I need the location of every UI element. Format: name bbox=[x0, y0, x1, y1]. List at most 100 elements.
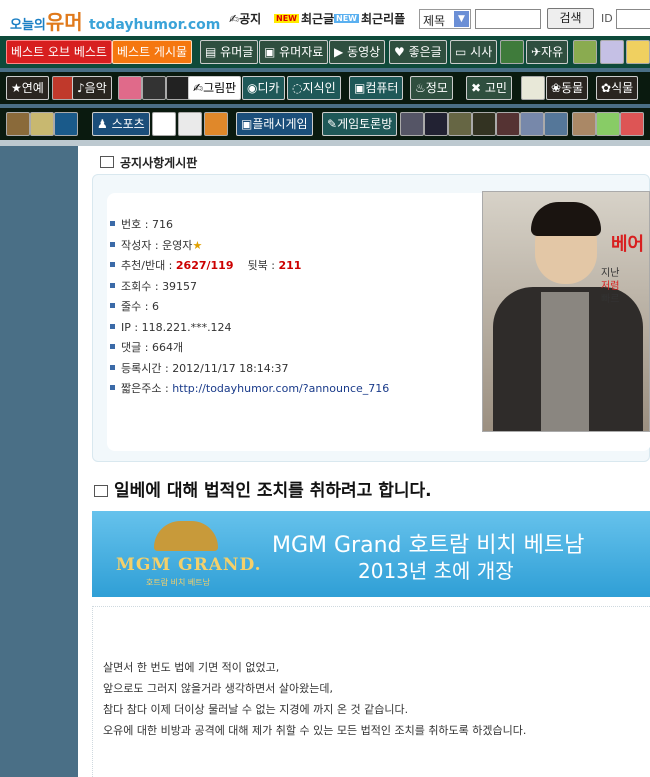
baseball-icon[interactable] bbox=[152, 112, 176, 136]
menu-best-of-best[interactable]: 베스트 오브 베스트 bbox=[6, 40, 112, 64]
nav-recent-replies[interactable]: NEW 최근리플 bbox=[334, 10, 405, 27]
menu-knowledge[interactable]: ◌지식인 bbox=[287, 76, 341, 100]
search-type-select[interactable]: 제목 ▼ bbox=[419, 9, 471, 29]
new-badge: NEW bbox=[274, 14, 299, 23]
meta-author: 작성자 : 운영자★ bbox=[110, 236, 389, 257]
menu-computer[interactable]: ▣컴퓨터 bbox=[349, 76, 404, 100]
menu-meetup[interactable]: ♨정모 bbox=[410, 76, 453, 100]
meta-votes: 추천/반대 : 2627/119 뒷북 : 211 bbox=[110, 256, 389, 277]
game-thumb-4-icon[interactable] bbox=[472, 112, 496, 136]
bird-icon: ✈ bbox=[531, 45, 542, 59]
car-icon[interactable] bbox=[30, 112, 54, 136]
basketball-icon[interactable] bbox=[204, 112, 228, 136]
menu-drawing[interactable]: ✍그림판 bbox=[188, 76, 242, 100]
search-input[interactable] bbox=[475, 9, 541, 29]
meta-number: 번호 : 716 bbox=[110, 215, 389, 236]
music-icon: ♪ bbox=[77, 81, 85, 95]
banner-line-2: 2013년 초에 개장 bbox=[358, 559, 514, 583]
bullet-icon bbox=[110, 323, 115, 329]
game-thumb-1-icon[interactable] bbox=[400, 112, 424, 136]
logo-domain: todayhumor.com bbox=[88, 17, 221, 33]
menu-good-posts[interactable]: ♥ 좋은글 bbox=[389, 40, 447, 64]
game-icon[interactable] bbox=[6, 112, 30, 136]
soccer-icon[interactable] bbox=[178, 112, 202, 136]
menu-humor-posts[interactable]: ▤ 유머글 bbox=[200, 40, 259, 64]
ad-figure-hair bbox=[531, 202, 601, 236]
game-thumb-3-icon[interactable] bbox=[448, 112, 472, 136]
menu-video[interactable]: ▶ 동영상 bbox=[329, 40, 386, 64]
heart-box-icon[interactable] bbox=[573, 40, 597, 64]
flower-icon: ✿ bbox=[601, 81, 612, 95]
ad-text: 지난 저렴 빠르 bbox=[601, 268, 620, 305]
nav-recent-posts[interactable]: NEW 최근글 bbox=[274, 10, 334, 27]
chart-icon[interactable] bbox=[500, 40, 524, 64]
logo-text-2: 유머 bbox=[45, 10, 83, 34]
question-icon[interactable] bbox=[166, 76, 190, 100]
side-ad[interactable]: 베어 지난 저렴 빠르 bbox=[482, 191, 650, 432]
clock-icon[interactable] bbox=[521, 76, 545, 100]
bullet-icon bbox=[110, 303, 115, 308]
bulb-icon[interactable] bbox=[626, 40, 650, 64]
bullet-icon bbox=[110, 221, 115, 226]
menu-best-posts[interactable]: 베스트 게시물 bbox=[112, 40, 193, 64]
people-icon: ♨ bbox=[415, 81, 426, 95]
game-thumb-6-icon[interactable] bbox=[520, 112, 544, 136]
banner-brand-sub: 호트람 비치 베트남 bbox=[146, 578, 210, 587]
bullet-icon bbox=[110, 241, 115, 247]
menu-sports[interactable]: ♟ 스포츠 bbox=[92, 112, 150, 136]
mgm-banner-ad[interactable]: MGM GRAND. 호트람 비치 베트남 MGM Grand 호트람 비치 베… bbox=[92, 511, 650, 597]
doc-icon: ▤ bbox=[205, 45, 217, 59]
menu-music[interactable]: ♪음악 bbox=[72, 76, 112, 100]
bullet-icon bbox=[110, 262, 115, 267]
menu-politics[interactable]: ▭ 시사 bbox=[450, 40, 498, 64]
book-icon[interactable] bbox=[600, 40, 624, 64]
post-line-4: 오유에 대한 비방과 공격에 대해 제가 취할 수 있는 모든 법적인 조치를 … bbox=[103, 724, 527, 737]
menu-plants[interactable]: ✿식물 bbox=[596, 76, 639, 100]
pen-icon: ✎ bbox=[327, 117, 338, 131]
star-icon: ★ bbox=[192, 238, 203, 252]
person-icon: ♟ bbox=[97, 117, 108, 131]
menu-entertainment[interactable]: ★연예 bbox=[6, 76, 49, 100]
id-input[interactable] bbox=[616, 9, 650, 29]
pencil-icon bbox=[100, 156, 114, 168]
search-button[interactable]: 검색 bbox=[547, 8, 594, 29]
menu-bar-3: ♟ 스포츠 ▣플래시게임 ✎게임토론방 bbox=[0, 108, 650, 140]
game-thumb-7-icon[interactable] bbox=[544, 112, 568, 136]
computer-icon: ▣ bbox=[354, 81, 366, 95]
menu-game-discussion[interactable]: ✎게임토론방 bbox=[322, 112, 398, 136]
menu-digital-camera[interactable]: ◉디카 bbox=[242, 76, 285, 100]
gamepad-icon: ▣ bbox=[241, 117, 253, 131]
logo-text-1: 오늘의 bbox=[10, 18, 46, 33]
runner-icon[interactable] bbox=[54, 112, 78, 136]
pencil-icon: ✍ bbox=[229, 12, 240, 26]
play-icon: ▶ bbox=[334, 45, 344, 59]
board-title[interactable]: 공지사항게시판 bbox=[100, 154, 197, 171]
food-icon[interactable] bbox=[572, 112, 596, 136]
target-icon[interactable] bbox=[620, 112, 644, 136]
pencil-icon: ✍ bbox=[193, 81, 204, 95]
menu-animals[interactable]: ❀동물 bbox=[546, 76, 589, 100]
post-body: 살면서 한 번도 법에 기면 적이 없었고, 앞으로도 그러지 않을거라 생각하… bbox=[92, 606, 650, 777]
game-thumb-5-icon[interactable] bbox=[496, 112, 520, 136]
heart-icon: ♥ bbox=[394, 45, 405, 59]
menu-flash-game[interactable]: ▣플래시게임 bbox=[236, 112, 313, 136]
site-logo[interactable]: 오늘의유머 todayhumor.com bbox=[10, 6, 220, 35]
menu-humor-data[interactable]: ▣ 유머자료 bbox=[259, 40, 329, 64]
short-url-link[interactable]: http://todayhumor.com/?announce_716 bbox=[172, 382, 389, 395]
game-thumb-2-icon[interactable] bbox=[424, 112, 448, 136]
x-icon: ✖ bbox=[471, 81, 482, 95]
skull-icon[interactable] bbox=[142, 76, 166, 100]
main-content: 공지사항게시판 번호 : 716 작성자 : 운영자★ 추천/반대 : 2627… bbox=[78, 146, 650, 777]
menu-free[interactable]: ✈자유 bbox=[526, 40, 569, 64]
meta-lines: 줄수 : 6 bbox=[110, 297, 389, 318]
new-badge: NEW bbox=[334, 14, 359, 23]
bullet-icon bbox=[110, 385, 115, 390]
menu-worries[interactable]: ✖ 고민 bbox=[466, 76, 512, 100]
bullet-icon bbox=[110, 364, 115, 370]
pattern-icon[interactable] bbox=[596, 112, 620, 136]
bullet-icon bbox=[110, 282, 115, 288]
meta-time: 등록시간 : 2012/11/17 18:14:37 bbox=[110, 359, 389, 380]
magnifier-icon[interactable] bbox=[118, 76, 142, 100]
meta-short-url: 짧은주소 : http://todayhumor.com/?announce_7… bbox=[110, 379, 389, 400]
nav-notice[interactable]: ✍공지 bbox=[229, 10, 261, 27]
